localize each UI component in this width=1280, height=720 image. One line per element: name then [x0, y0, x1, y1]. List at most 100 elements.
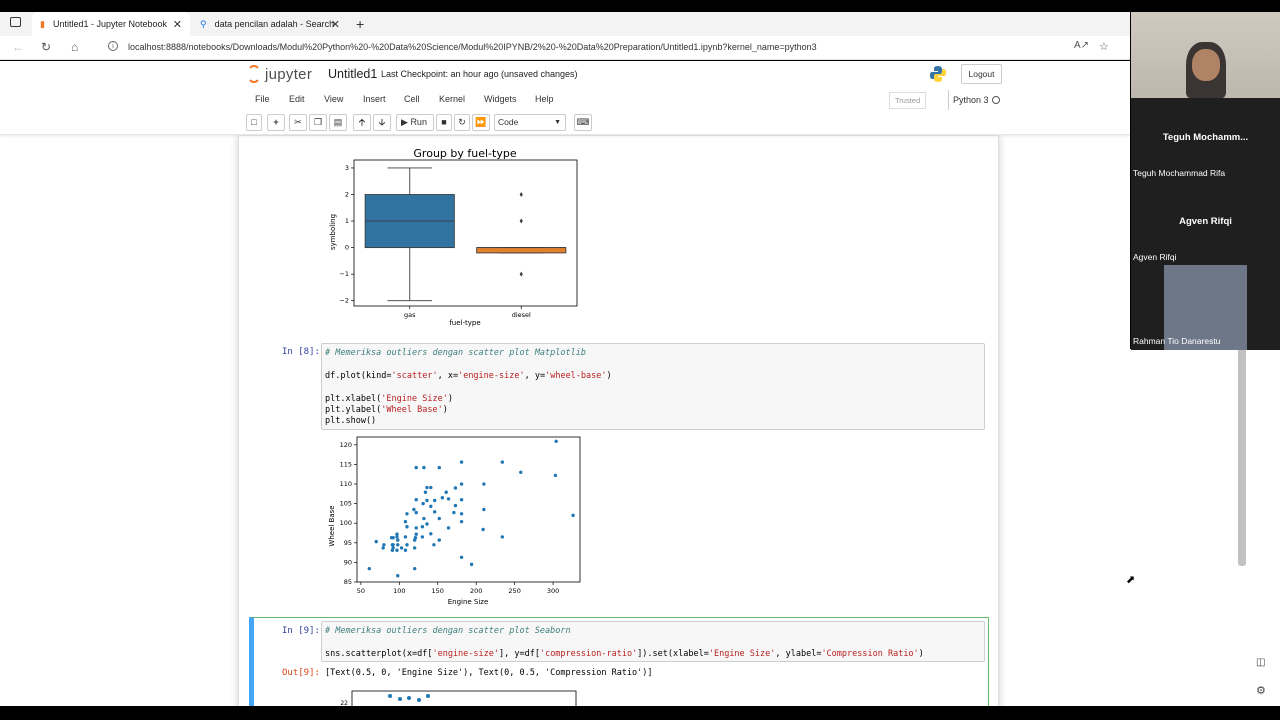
trusted-badge[interactable]: Trusted: [889, 92, 927, 109]
tab-jupyter[interactable]: ▮ Untitled1 - Jupyter Notebook ✕: [32, 12, 190, 36]
window-menu-icon[interactable]: [10, 17, 21, 27]
scatter-point: [437, 538, 441, 542]
y-tick-label: 85: [344, 578, 352, 586]
menu-kernel[interactable]: Kernel: [439, 94, 465, 104]
scatter-point: [395, 532, 399, 536]
scatter-point: [423, 490, 428, 494]
restart-icon[interactable]: ↻: [454, 114, 470, 131]
code-line: plt.xlabel('Engine Size'): [325, 394, 453, 404]
y-tick-label: 110: [340, 480, 352, 488]
scatter-point: [446, 526, 451, 530]
unsaved-status: (unsaved changes): [501, 69, 578, 79]
menu-cell[interactable]: Cell: [404, 94, 420, 104]
scatter-point: [412, 507, 416, 512]
move-up-icon[interactable]: 🡡: [353, 114, 371, 131]
fast-forward-icon[interactable]: ⏩: [472, 114, 490, 131]
jupyter-header: jupyter Untitled1 Last Checkpoint: an ho…: [0, 61, 1130, 135]
jupyter-page: jupyter Untitled1 Last Checkpoint: an ho…: [0, 61, 1130, 706]
code-cell-8[interactable]: # Memeriksa outliers dengan scatter plot…: [321, 343, 985, 430]
scatter-point: [440, 496, 445, 500]
menu-help[interactable]: Help: [535, 94, 554, 104]
axes-frame: [356, 436, 581, 583]
scatter-point: [407, 696, 411, 700]
scatter-point: [482, 482, 486, 486]
copy-icon[interactable]: ❐: [309, 114, 327, 131]
x-tick-label: 300: [547, 587, 559, 595]
menu-widgets[interactable]: Widgets: [484, 94, 517, 104]
scatter-point: [382, 543, 386, 547]
scatter-point: [405, 543, 409, 547]
sidebar-panel-icon[interactable]: ◫: [1256, 657, 1265, 668]
browser-sidebar: ◫ ⚙: [1254, 648, 1274, 706]
scatter-point: [429, 532, 433, 536]
back-icon[interactable]: ←: [12, 40, 24, 54]
read-aloud-icon[interactable]: A↗: [1074, 40, 1089, 51]
scatter-point: [405, 512, 409, 516]
x-axis-label: Engine Size: [448, 598, 489, 606]
menu-insert[interactable]: Insert: [363, 94, 386, 104]
y-tick-label: 115: [340, 460, 352, 468]
x-tick-label: 50: [357, 587, 365, 595]
close-icon[interactable]: ✕: [331, 18, 340, 31]
url-field[interactable]: localhost:8888/notebooks/Downloads/Modul…: [128, 42, 817, 52]
code-line: sns.scatterplot(x=df['engine-size'], y=d…: [325, 649, 924, 659]
cell-type-select[interactable]: Code ▼: [494, 114, 566, 131]
save-icon[interactable]: □: [246, 114, 262, 131]
y-axis-label: Wheel Base: [328, 505, 336, 546]
x-tick-label: 200: [470, 587, 482, 595]
chart-title: Group by fuel-type: [413, 147, 516, 160]
scatter-point: [437, 516, 441, 521]
scatter-point: [425, 498, 429, 503]
favorite-icon[interactable]: ☆: [1099, 40, 1109, 53]
scatter-point: [412, 566, 417, 571]
home-icon[interactable]: ⌂: [71, 40, 78, 54]
info-icon[interactable]: i: [108, 41, 118, 51]
x-tick-label: 250: [508, 587, 520, 595]
x-axis-label: fuel-type: [449, 319, 480, 327]
settings-icon[interactable]: ⚙: [1256, 684, 1266, 697]
scatter-point: [417, 698, 421, 702]
code-line: plt.ylabel('Wheel Base'): [325, 405, 448, 415]
cell-prompt: In [9]:: [282, 626, 320, 636]
scatter-point: [425, 522, 429, 526]
menu-file[interactable]: File: [255, 94, 270, 104]
jupyter-logo[interactable]: jupyter: [247, 65, 312, 83]
scatter-point: [396, 538, 400, 542]
move-down-icon[interactable]: 🡣: [373, 114, 391, 131]
menu-edit[interactable]: Edit: [289, 94, 305, 104]
participant-name: Rahman Tio Danarestu: [1133, 336, 1221, 346]
taskbar: [0, 706, 1280, 720]
menu-view[interactable]: View: [324, 94, 343, 104]
y-tick-label: 120: [340, 441, 352, 449]
x-tick-label: diesel: [512, 311, 531, 319]
scatter-point: [405, 525, 409, 529]
keyboard-icon[interactable]: ⌨: [574, 114, 592, 131]
reload-icon[interactable]: ↻: [41, 40, 51, 54]
logout-button[interactable]: Logout: [961, 64, 1002, 84]
scatter-point: [432, 498, 437, 503]
cut-icon[interactable]: ✂: [289, 114, 307, 131]
run-button[interactable]: ▶ Run: [396, 114, 434, 131]
scatter-point: [437, 465, 441, 470]
notebook-name[interactable]: Untitled1: [328, 67, 377, 81]
scatter-point: [446, 497, 451, 501]
close-icon[interactable]: ✕: [173, 18, 182, 31]
scatter-point: [500, 460, 505, 464]
y-tick-label: −2: [339, 297, 349, 305]
tab-search[interactable]: ⚲ data pencilan adalah - Search ✕: [192, 12, 348, 36]
page-right-area: [1130, 349, 1248, 706]
scatter-point: [453, 486, 458, 490]
kernel-name: Python 3: [948, 90, 989, 110]
add-cell-icon[interactable]: +: [267, 114, 285, 131]
scatter-point: [459, 512, 464, 516]
scatter-point: [374, 539, 378, 544]
scatter-point: [459, 498, 464, 502]
scatter-point: [422, 516, 426, 521]
scatter-point: [421, 501, 425, 506]
stop-icon[interactable]: ■: [436, 114, 452, 131]
scatter-point: [500, 535, 505, 539]
code-cell-9[interactable]: # Memeriksa outliers dengan scatter plot…: [321, 621, 985, 662]
cell-output: [Text(0.5, 0, 'Engine Size'), Text(0, 0.…: [325, 668, 653, 678]
new-tab-icon[interactable]: +: [356, 16, 364, 32]
paste-icon[interactable]: ▤: [329, 114, 347, 131]
